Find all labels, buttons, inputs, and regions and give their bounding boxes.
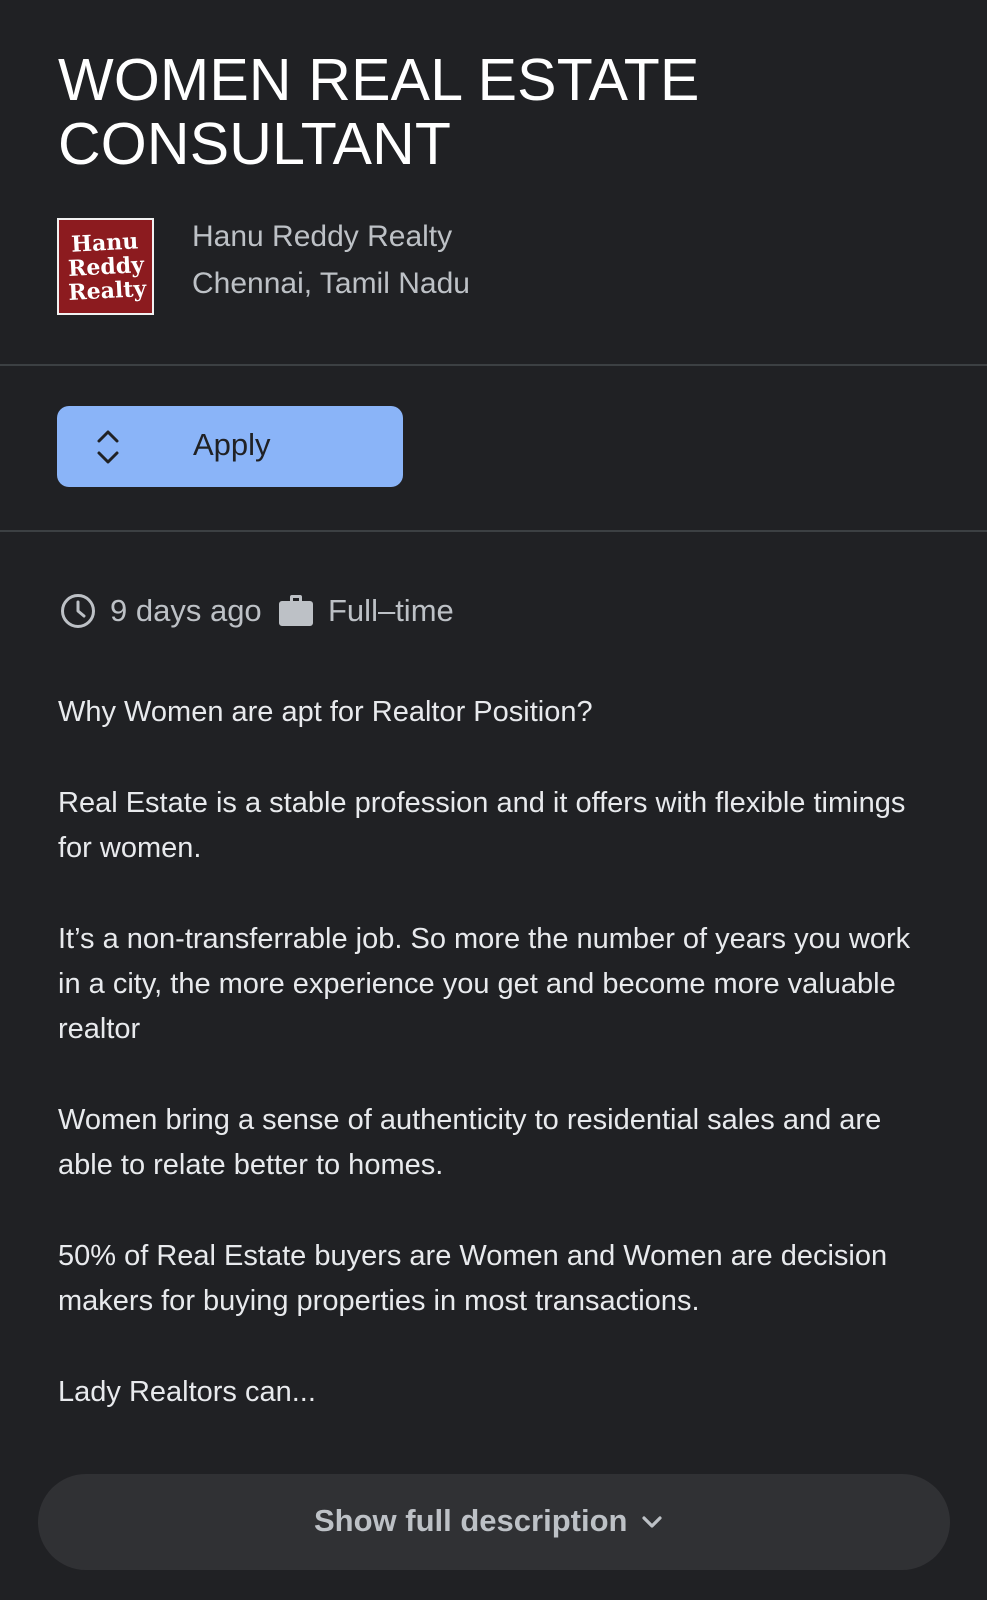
description-paragraph: 50% of Real Estate buyers are Women and … — [58, 1240, 888, 1317]
unfold-more-icon — [97, 430, 119, 464]
company-name: Hanu Reddy Realty — [192, 220, 453, 253]
briefcase-icon — [279, 595, 313, 626]
show-full-description-button[interactable]: Show full description — [38, 1474, 950, 1570]
job-header: WOMEN REAL ESTATE CONSULTANT Hanu Reddy … — [0, 0, 987, 366]
job-meta-row: 9 days ago Full–time — [58, 588, 758, 636]
job-description: Why Women are apt for Realtor Position? … — [58, 690, 938, 1461]
apply-button[interactable]: Apply — [57, 406, 403, 487]
posted-time: 9 days ago — [110, 593, 262, 628]
description-paragraph: Why Women are apt for Realtor Position? — [58, 696, 593, 728]
job-title: WOMEN REAL ESTATE CONSULTANT — [58, 47, 700, 177]
job-location: Chennai, Tamil Nadu — [192, 267, 470, 300]
company-logo-text: Hanu Reddy Realty — [66, 227, 147, 306]
description-paragraph: Lady Realtors can... — [58, 1376, 316, 1408]
description-paragraph: Women bring a sense of authenticity to r… — [58, 1104, 882, 1181]
chevron-down-icon — [642, 1516, 662, 1528]
apply-button-label: Apply — [193, 427, 271, 462]
description-paragraph: It’s a non-transferrable job. So more th… — [58, 923, 911, 1045]
company-logo: Hanu Reddy Realty — [57, 218, 154, 315]
job-type: Full–time — [328, 593, 454, 628]
clock-icon — [61, 594, 95, 628]
description-paragraph: Real Estate is a stable profession and i… — [58, 787, 906, 864]
apply-section: Apply — [0, 366, 987, 532]
show-full-description-label: Show full description — [314, 1503, 628, 1538]
